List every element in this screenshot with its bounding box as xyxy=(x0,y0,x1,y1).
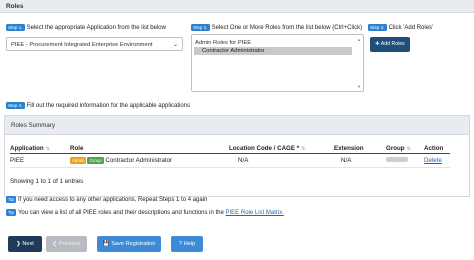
role-name: Contractor Administrator xyxy=(105,157,173,165)
next-button[interactable]: ❯ Next xyxy=(8,236,42,252)
section-title: Roles xyxy=(6,3,24,10)
sort-icon: ⇅ xyxy=(45,146,50,152)
add-roles-button[interactable]: ✚ Add Roles xyxy=(370,37,410,52)
col-action[interactable]: Action xyxy=(424,145,443,152)
roles-summary-header: Roles Summary xyxy=(5,116,469,135)
scroll-up-icon[interactable]: ▲ xyxy=(357,37,361,42)
application-select-value: PIEE - Procurement Integrated Enterprise… xyxy=(11,41,153,48)
sort-icon: ⇅ xyxy=(406,146,411,152)
step4-badge: Step 4. xyxy=(6,102,25,109)
redacted-group xyxy=(386,157,408,162)
application-select[interactable]: PIEE - Procurement Integrated Enterprise… xyxy=(6,37,183,51)
chevron-down-icon: ⌄ xyxy=(172,42,178,48)
tip-role-matrix: Tip You can view a list of all PIEE roles… xyxy=(6,209,284,217)
group-badge: Group xyxy=(87,157,104,164)
previous-button[interactable]: ❮ Previous xyxy=(46,236,87,252)
step2-label: Step 2. Select One or More Roles from the… xyxy=(191,24,363,32)
help-button[interactable]: ? Help xyxy=(171,236,203,252)
save-icon: 💾 xyxy=(102,241,112,247)
row-divider xyxy=(10,167,450,168)
cell-extension: N/A xyxy=(341,157,352,164)
col-group[interactable]: Group ⇅ xyxy=(386,145,411,152)
step3-label: Step 3. Click 'Add Roles' xyxy=(368,24,434,32)
delete-link[interactable]: Delete xyxy=(424,157,442,164)
col-application[interactable]: Application ⇅ xyxy=(10,145,50,152)
col-extension[interactable]: Extension xyxy=(334,145,364,152)
sort-icon: ⇅ xyxy=(301,146,306,152)
step2-badge: Step 2. xyxy=(191,24,210,31)
cell-location: N/A xyxy=(238,157,249,164)
save-registration-button[interactable]: 💾 Save Registration xyxy=(97,236,161,252)
step1-badge: Step 1. xyxy=(6,24,25,31)
col-location[interactable]: Location Code / CAGE * ⇅ xyxy=(229,145,305,152)
tip-repeat-steps: Tip If you need access to any other appli… xyxy=(6,196,208,204)
role-option-contractor-administrator[interactable]: Contractor Administrator xyxy=(194,47,352,55)
cell-application: PIEE xyxy=(10,157,25,164)
scroll-down-icon[interactable]: ▼ xyxy=(357,84,361,89)
col-role[interactable]: Role xyxy=(70,145,83,152)
step4-label: Step 4. Fill out the required information… xyxy=(6,102,190,110)
roles-section-header: Roles xyxy=(0,0,474,13)
table-info: Showing 1 to 1 of 1 entries xyxy=(10,178,84,185)
cell-group xyxy=(386,157,408,164)
roles-multiselect[interactable]: Admin Roles for PIEE Contractor Administ… xyxy=(191,34,364,92)
step1-label: Step 1. Select the appropriate Applicatio… xyxy=(6,24,166,32)
step3-badge: Step 3. xyxy=(368,24,387,31)
tip-badge: Tip xyxy=(6,209,16,216)
cell-role: Admin Group Contractor Administrator xyxy=(70,157,172,164)
role-list-matrix-link[interactable]: PIEE Role List Matrix. xyxy=(226,210,284,216)
tip-badge: Tip xyxy=(6,196,16,203)
header-divider xyxy=(10,153,450,154)
roles-optgroup-label: Admin Roles for PIEE xyxy=(195,40,252,46)
admin-badge: Admin xyxy=(70,157,87,164)
roles-summary-title: Roles Summary xyxy=(11,122,56,129)
